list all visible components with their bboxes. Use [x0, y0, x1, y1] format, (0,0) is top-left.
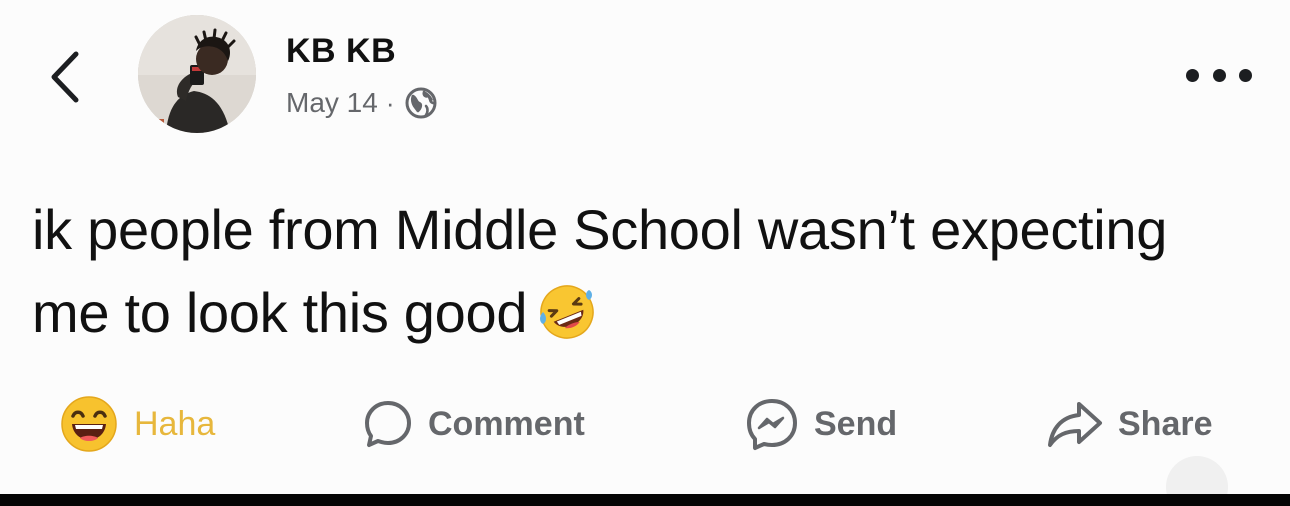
- reaction-label: Haha: [134, 404, 216, 443]
- ellipsis-icon: [1239, 68, 1252, 82]
- post-action-bar: Haha Comment Send Share: [0, 388, 1290, 460]
- messenger-icon: [747, 399, 797, 450]
- send-label: Send: [814, 404, 898, 443]
- post-meta: May 14 ·: [286, 86, 438, 120]
- haha-reaction-icon: [61, 396, 117, 452]
- more-options-button[interactable]: [1186, 60, 1252, 90]
- post-body: ik people from Middle School wasn’t expe…: [32, 188, 1212, 354]
- profile-photo: [138, 15, 256, 133]
- comment-label: Comment: [428, 404, 585, 443]
- reaction-button[interactable]: Haha: [60, 388, 215, 460]
- meta-separator: ·: [385, 87, 395, 118]
- send-button[interactable]: Send: [744, 388, 897, 460]
- comment-icon: [365, 401, 411, 447]
- post-screen: KB KB May 14 · ik people from Middle Sch…: [0, 0, 1290, 506]
- bottom-edge: [0, 494, 1290, 506]
- share-arrow-icon: [1048, 402, 1102, 447]
- avatar[interactable]: [138, 15, 256, 133]
- post-date[interactable]: May 14: [286, 87, 378, 119]
- post-text: ik people from Middle School wasn’t expe…: [32, 198, 1168, 344]
- author-name[interactable]: KB KB: [286, 32, 396, 71]
- share-label: Share: [1118, 404, 1213, 443]
- ellipsis-icon: [1186, 68, 1199, 82]
- share-button[interactable]: Share: [1046, 388, 1213, 460]
- rolling-on-floor-laughing-emoji: [540, 285, 594, 339]
- ellipsis-icon: [1212, 68, 1226, 82]
- back-button[interactable]: [44, 48, 88, 106]
- comment-button[interactable]: Comment: [362, 388, 585, 460]
- chevron-left-icon: [51, 51, 79, 103]
- globe-icon: [405, 87, 436, 119]
